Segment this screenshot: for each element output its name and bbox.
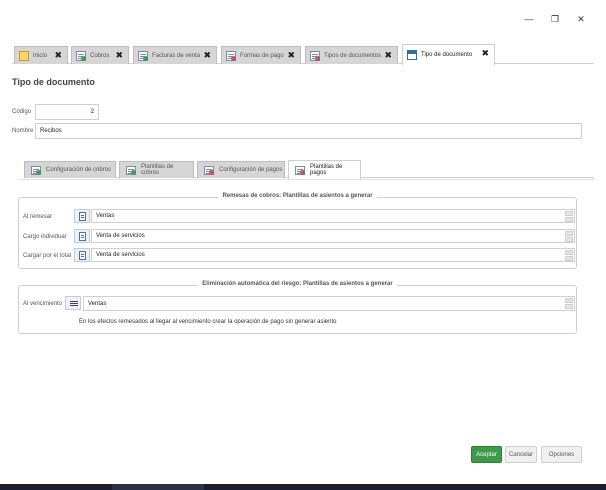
cargar-por-el-total-field[interactable]: Venta de servicios: [91, 248, 575, 262]
taskbar: [0, 484, 606, 490]
accept-button[interactable]: Aceptar: [471, 446, 502, 463]
cobros-icon: [76, 50, 86, 61]
main-tab-bar: Inicio ✖ Cobros ✖ Facturas de venta ✖ Fo…: [12, 44, 594, 65]
al-vencimiento-list-button[interactable]: [65, 296, 81, 310]
close-tab-icon[interactable]: ✖: [481, 48, 489, 59]
subtab-label: Configuración de cobros: [46, 167, 112, 173]
close-window-button[interactable]: ✕: [574, 12, 588, 26]
al-vencimiento-label: Al vencimiento: [23, 301, 63, 307]
sub-tab-bar: Configuración de cobros Plantillas de co…: [24, 160, 594, 179]
document-types-icon: [310, 50, 320, 61]
cargo-individual-label: Cargo individual: [23, 234, 67, 240]
tab-label: Inicio: [33, 52, 48, 59]
calendar-icon: [407, 50, 417, 60]
maximize-button[interactable]: ❐: [548, 12, 562, 26]
al-remesar-lookup-button[interactable]: [74, 209, 90, 223]
tab-label: Tipos de documentos: [324, 52, 382, 59]
flag-icon: [19, 50, 29, 61]
cancel-button[interactable]: Cancelar: [505, 446, 537, 463]
document-icon: [79, 232, 86, 241]
tab-facturas-de-venta[interactable]: Facturas de venta ✖: [133, 46, 217, 64]
tab-formas-de-pago[interactable]: Formas de pago ✖: [221, 46, 301, 64]
tab-label: Tipo de documento: [421, 52, 473, 58]
subtab-plantillas-de-pagos[interactable]: Plantillas de pagos: [288, 160, 361, 179]
al-remesar-label: Al remesar: [23, 214, 53, 220]
riesgo-legend: Eliminación automática del riesgo: Plant…: [19, 281, 576, 287]
options-button[interactable]: Opciones: [541, 446, 582, 463]
subtab-label: Configuración de pagos: [219, 167, 283, 173]
spinner-icon[interactable]: [565, 211, 573, 223]
tab-label: Formas de pago: [240, 52, 284, 59]
subtab-label: Plantillas de cobros: [141, 164, 174, 176]
remesas-legend: Remesas de cobros: Plantillas de asiento…: [19, 193, 576, 199]
nombre-label: Nombre: [12, 128, 34, 134]
tab-inicio[interactable]: Inicio ✖: [14, 46, 68, 64]
tab-cobros[interactable]: Cobros ✖: [71, 46, 129, 64]
plantillas-de-pagos-panel: Remesas de cobros: Plantillas de asiento…: [18, 179, 594, 467]
riesgo-fieldset: Eliminación automática del riesgo: Plant…: [18, 281, 577, 334]
window-titlebar: — ❐ ✕: [0, 0, 606, 38]
taskbar-segment[interactable]: [112, 484, 204, 490]
riesgo-note: En los efectos remesados al llegar al ve…: [79, 319, 337, 325]
codigo-input[interactable]: 2: [35, 104, 99, 120]
close-tab-icon[interactable]: ✖: [115, 50, 123, 61]
subtab-label: Plantillas de pagos: [310, 164, 343, 176]
subtab-plantillas-de-cobros[interactable]: Plantillas de cobros: [119, 161, 194, 178]
cargo-individual-field[interactable]: Venta de servicios: [91, 229, 575, 243]
subtab-configuracion-de-pagos[interactable]: Configuración de pagos: [197, 161, 285, 178]
config-cobros-icon: [31, 165, 41, 175]
document-icon: [79, 212, 86, 221]
spinner-icon[interactable]: [565, 298, 573, 310]
close-tab-icon[interactable]: ✖: [287, 50, 295, 61]
tab-tipos-de-documentos[interactable]: Tipos de documentos ✖: [305, 46, 398, 64]
close-tab-icon[interactable]: ✖: [54, 50, 62, 61]
document-icon: [79, 251, 86, 260]
cargar-por-el-total-lookup-button[interactable]: [74, 248, 90, 262]
cargo-individual-lookup-button[interactable]: [74, 229, 90, 243]
tab-label: Facturas de venta: [152, 52, 201, 59]
cargar-por-el-total-label: Cargar por el total: [23, 253, 72, 259]
config-pagos-icon: [204, 165, 214, 175]
remesas-fieldset: Remesas de cobros: Plantillas de asiento…: [18, 193, 577, 269]
al-remesar-field[interactable]: Ventas: [91, 209, 575, 223]
page-title: Tipo de documento: [12, 77, 95, 87]
invoice-icon: [138, 50, 148, 61]
list-icon: [70, 301, 78, 302]
codigo-label: Código: [12, 109, 32, 115]
spinner-icon[interactable]: [565, 250, 573, 262]
subtab-configuracion-de-cobros[interactable]: Configuración de cobros: [24, 161, 116, 178]
tab-tipo-de-documento[interactable]: Tipo de documento ✖: [402, 44, 495, 65]
payment-icon: [226, 50, 236, 61]
spinner-icon[interactable]: [565, 231, 573, 243]
tab-label: Cobros: [90, 52, 110, 59]
nombre-input[interactable]: Recibos: [35, 123, 582, 139]
plantillas-pagos-icon: [295, 165, 305, 175]
minimize-button[interactable]: —: [522, 12, 536, 26]
al-vencimiento-field[interactable]: Ventas: [83, 296, 575, 311]
plantillas-cobros-icon: [126, 165, 136, 175]
close-tab-icon[interactable]: ✖: [203, 50, 211, 61]
close-tab-icon[interactable]: ✖: [384, 50, 392, 61]
